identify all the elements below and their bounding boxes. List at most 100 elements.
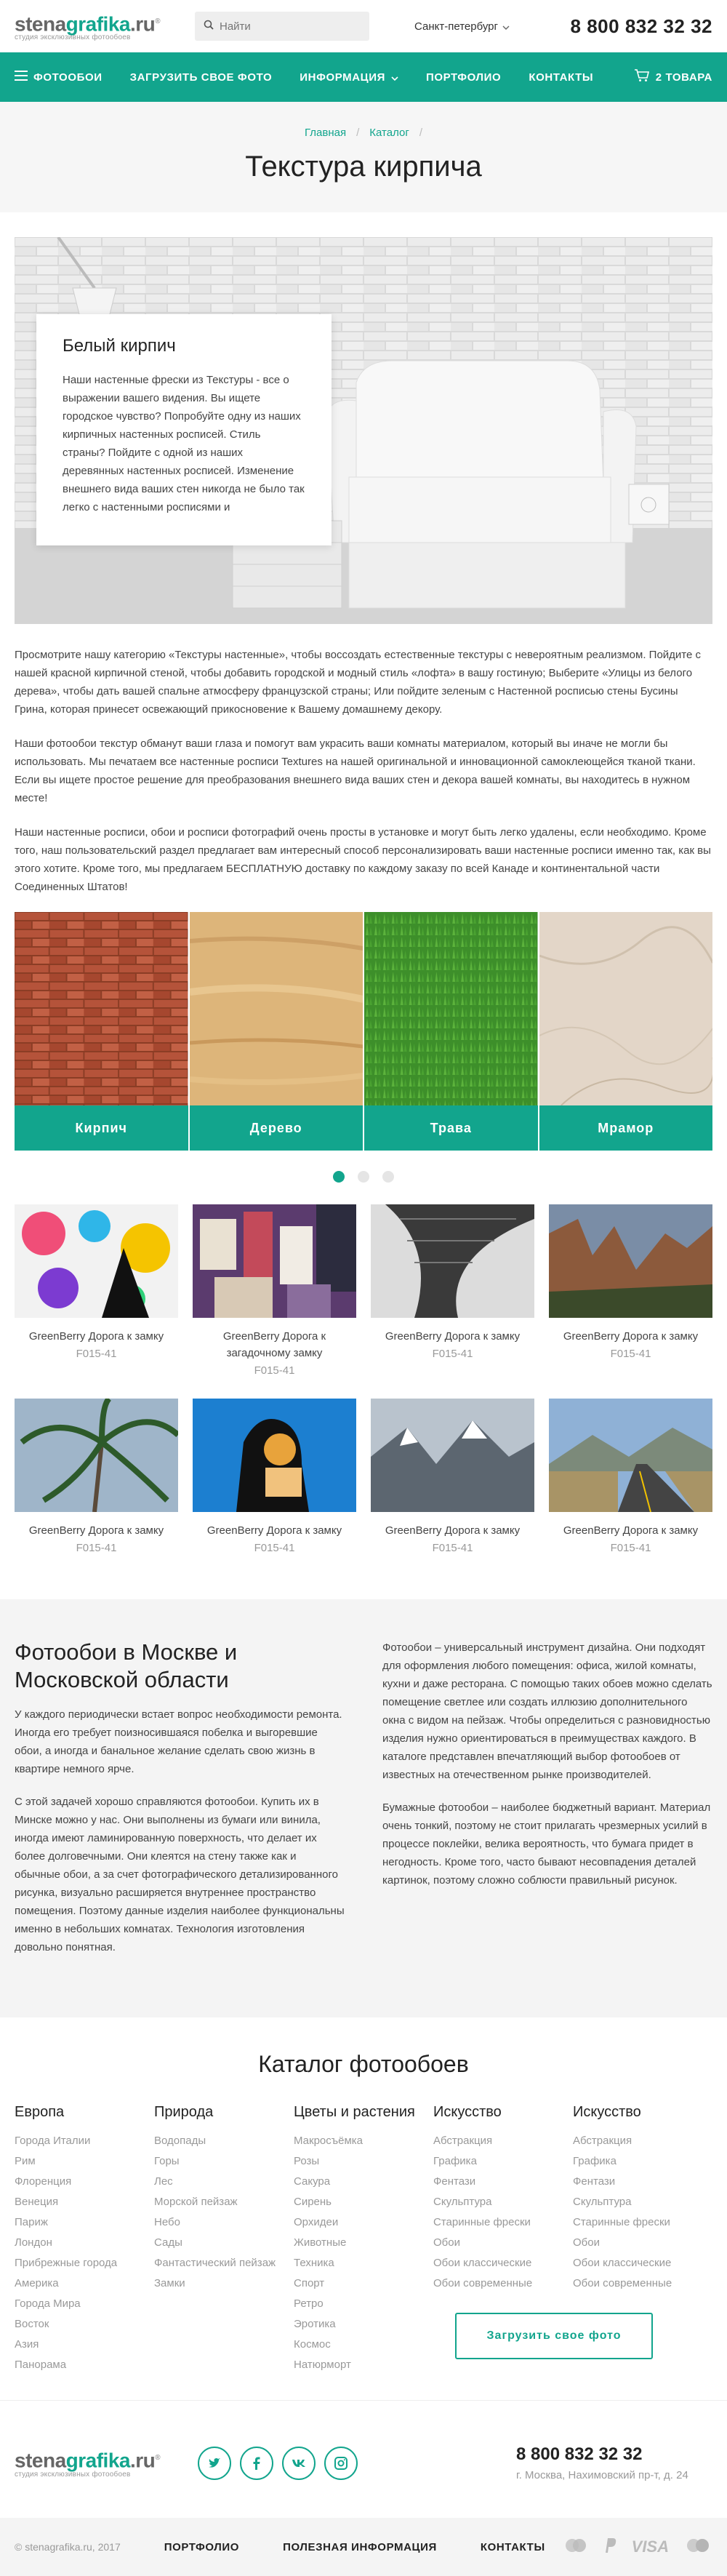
catalog-link[interactable]: Космос	[294, 2335, 433, 2355]
breadcrumb-separator: /	[356, 127, 360, 139]
product-card[interactable]: GreenBerry Дорога к замку F015-41	[371, 1204, 534, 1377]
catalog-link[interactable]: Спорт	[294, 2273, 433, 2294]
catalog-link[interactable]: Старинные фрески	[433, 2212, 573, 2233]
footer-phone[interactable]: 8 800 832 32 32	[516, 2444, 712, 2465]
category-card-grass[interactable]: Трава	[364, 912, 538, 1151]
catalog-link[interactable]: Графика	[573, 2151, 712, 2172]
city-selector[interactable]: Санкт-петербург	[414, 20, 510, 33]
nav-item-wallpapers[interactable]: Фотообои	[15, 71, 103, 84]
catalog-link[interactable]: Эротика	[294, 2314, 433, 2335]
search-box[interactable]	[195, 12, 369, 41]
footer-link-info[interactable]: Полезная информация	[283, 2541, 437, 2553]
catalog-column-title: Цветы и растения	[294, 2104, 415, 2120]
breadcrumb-catalog[interactable]: Каталог	[369, 127, 409, 139]
cart-icon	[634, 69, 650, 85]
catalog-link[interactable]: Морской пейзаж	[154, 2192, 294, 2212]
carousel-dot[interactable]	[382, 1171, 394, 1183]
catalog-link[interactable]: Замки	[154, 2273, 294, 2294]
product-card[interactable]: GreenBerry Дорога к замку F015-41	[15, 1204, 178, 1377]
catalog-link[interactable]: Панорама	[15, 2355, 154, 2375]
nav-item-contacts[interactable]: Контакты	[529, 71, 593, 84]
nav-item-label: Загрузить свое фото	[129, 71, 273, 84]
nav-item-upload[interactable]: Загрузить свое фото	[130, 71, 273, 84]
product-card[interactable]: GreenBerry Дорога к замку F015-41	[549, 1399, 712, 1554]
catalog-link[interactable]: Обои	[433, 2233, 573, 2253]
catalog-link[interactable]: Лондон	[15, 2233, 154, 2253]
twitter-icon[interactable]	[198, 2446, 231, 2480]
product-name: GreenBerry Дорога к замку	[206, 1524, 342, 1537]
nav-item-portfolio[interactable]: Портфолио	[426, 71, 501, 84]
carousel-dot[interactable]	[333, 1171, 345, 1183]
catalog-link[interactable]: Обои современные	[573, 2273, 712, 2294]
nav-item-label: Информация	[300, 71, 385, 84]
catalog-link[interactable]: Лес	[154, 2172, 294, 2192]
category-label: Кирпич	[15, 1105, 188, 1151]
upload-photo-button[interactable]: Загрузить свое фото	[455, 2313, 653, 2359]
product-card[interactable]: GreenBerry Дорога к замку F015-41	[15, 1399, 178, 1554]
footer-logo[interactable]: stenagrafika.ru® студия эксклюзивных фот…	[15, 2447, 182, 2479]
catalog-link[interactable]: Восток	[15, 2314, 154, 2335]
product-card[interactable]: GreenBerry Дорога к замку F015-41	[549, 1204, 712, 1377]
header-phone[interactable]: 8 800 832 32 32	[571, 15, 712, 38]
instagram-icon[interactable]	[324, 2446, 358, 2480]
catalog-link[interactable]: Абстракция	[433, 2131, 573, 2151]
catalog-link[interactable]: Обои	[573, 2233, 712, 2253]
catalog-link[interactable]: Небо	[154, 2212, 294, 2233]
footer-link-portfolio[interactable]: Портфолио	[164, 2541, 239, 2553]
paypal-icon	[603, 2537, 617, 2558]
catalog-link[interactable]: Сакура	[294, 2172, 433, 2192]
hero-card: Белый кирпич Наши настенные фрески из Те…	[36, 314, 332, 545]
catalog-link[interactable]: Фантастический пейзаж	[154, 2253, 294, 2273]
catalog-link[interactable]: Города Италии	[15, 2131, 154, 2151]
category-card-wood[interactable]: Дерево	[189, 912, 363, 1151]
catalog-link[interactable]: Горы	[154, 2151, 294, 2172]
catalog-link[interactable]: Ретро	[294, 2294, 433, 2314]
catalog-link[interactable]: Техника	[294, 2253, 433, 2273]
catalog-link[interactable]: Флоренция	[15, 2172, 154, 2192]
breadcrumb: Главная / Каталог /	[0, 127, 727, 139]
vk-icon[interactable]	[282, 2446, 316, 2480]
catalog-link[interactable]: Графика	[433, 2151, 573, 2172]
logo-wordmark: stenagrafika.ru®	[15, 2447, 182, 2471]
catalog-link[interactable]: Фентази	[573, 2172, 712, 2192]
catalog-link[interactable]: Прибрежные города	[15, 2253, 154, 2273]
product-card[interactable]: GreenBerry Дорога к замку F015-41	[193, 1399, 356, 1554]
catalog-link[interactable]: Города Мира	[15, 2294, 154, 2314]
nav-item-info[interactable]: Информация	[300, 71, 398, 84]
catalog-link[interactable]: Орхидеи	[294, 2212, 433, 2233]
catalog-link[interactable]: Скульптура	[433, 2192, 573, 2212]
cart-button[interactable]: 2 товара	[634, 69, 712, 85]
logo[interactable]: stenagrafika.ru® студия эксклюзивных фот…	[15, 11, 182, 42]
breadcrumb-home[interactable]: Главная	[305, 127, 346, 139]
catalog-link[interactable]: Животные	[294, 2233, 433, 2253]
catalog-link[interactable]: Обои классические	[433, 2253, 573, 2273]
catalog-link[interactable]: Азия	[15, 2335, 154, 2355]
catalog-link[interactable]: Макросъёмка	[294, 2131, 433, 2151]
product-card[interactable]: GreenBerry Дорога к замку F015-41	[371, 1399, 534, 1554]
catalog-link[interactable]: Обои классические	[573, 2253, 712, 2273]
catalog-link[interactable]: Сирень	[294, 2192, 433, 2212]
category-card-brick[interactable]: Кирпич	[15, 912, 188, 1151]
catalog-link[interactable]: Сады	[154, 2233, 294, 2253]
catalog-link[interactable]: Обои современные	[433, 2273, 573, 2294]
logo-part: .ru	[129, 2449, 156, 2472]
product-card[interactable]: GreenBerry Дорога к загадочному замку F0…	[193, 1204, 356, 1377]
catalog-link[interactable]: Венеция	[15, 2192, 154, 2212]
hero-text: Наши настенные фрески из Текстуры - все …	[63, 374, 305, 513]
catalog-link[interactable]: Рим	[15, 2151, 154, 2172]
page-header: Главная / Каталог / Текстура кирпича	[0, 102, 727, 212]
category-card-marble[interactable]: Мрамор	[539, 912, 712, 1151]
catalog-link[interactable]: Скульптура	[573, 2192, 712, 2212]
carousel-dot[interactable]	[358, 1171, 369, 1183]
footer-link-contacts[interactable]: Контакты	[481, 2541, 545, 2553]
catalog-link[interactable]: Старинные фрески	[573, 2212, 712, 2233]
catalog-link[interactable]: Америка	[15, 2273, 154, 2294]
catalog-link[interactable]: Париж	[15, 2212, 154, 2233]
facebook-icon[interactable]	[240, 2446, 273, 2480]
search-input[interactable]	[220, 20, 361, 33]
catalog-link[interactable]: Фентази	[433, 2172, 573, 2192]
catalog-link[interactable]: Водопады	[154, 2131, 294, 2151]
catalog-link[interactable]: Розы	[294, 2151, 433, 2172]
catalog-link[interactable]: Натюрморт	[294, 2355, 433, 2375]
catalog-link[interactable]: Абстракция	[573, 2131, 712, 2151]
